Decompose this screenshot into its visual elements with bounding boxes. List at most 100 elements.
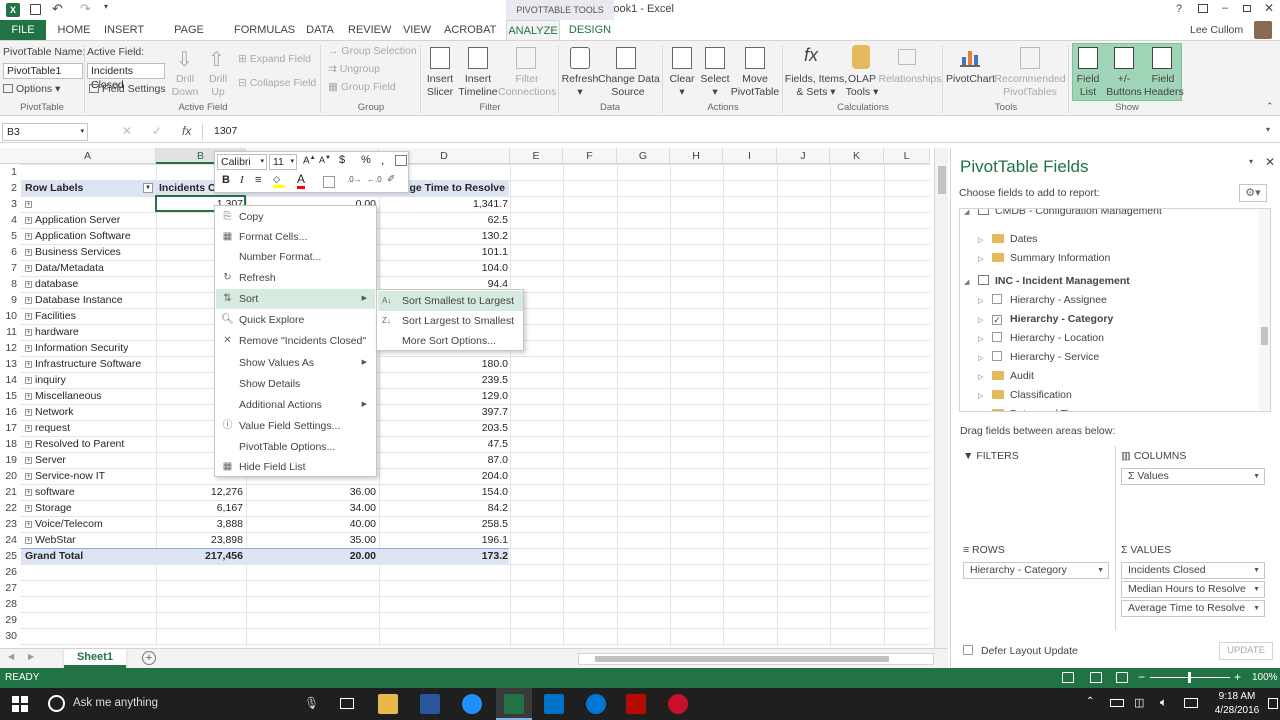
menu-item-sort[interactable]: ⇅ Sort ▶ [216, 289, 375, 309]
network-icon[interactable]: ◫ [1134, 696, 1144, 709]
action-center-icon[interactable] [1268, 698, 1278, 709]
expand-icon[interactable]: + [25, 281, 32, 288]
expand-icon[interactable]: + [25, 409, 32, 416]
row-label[interactable]: + Service-now IT [25, 468, 155, 484]
expand-icon[interactable]: + [25, 489, 32, 496]
row-header[interactable]: 5 [0, 228, 20, 244]
row-header[interactable]: 29 [0, 612, 20, 628]
expand-icon[interactable]: + [25, 425, 32, 432]
confirm-entry-icon[interactable]: ✓ [152, 124, 162, 138]
new-sheet-icon[interactable]: + [142, 651, 156, 665]
edge-icon[interactable] [586, 694, 606, 714]
column-header-g[interactable]: G [617, 148, 670, 164]
insert-slicer-button[interactable]: Insert Slicer [422, 73, 458, 99]
expand-icon[interactable]: + [25, 537, 32, 544]
row-header[interactable]: 26 [0, 564, 20, 580]
normal-view-icon[interactable] [1062, 672, 1074, 683]
pane-close-icon[interactable]: ✕ [1265, 155, 1275, 169]
avg-time-cell[interactable]: 258.5 [383, 516, 508, 532]
volume-icon[interactable]: 🔈︎ [1160, 695, 1167, 710]
row-header[interactable]: 12 [0, 340, 20, 356]
row-header[interactable]: 27 [0, 580, 20, 596]
expand-icon[interactable]: + [25, 377, 32, 384]
expand-icon[interactable]: + [25, 345, 32, 352]
menu-item-number-format[interactable]: Number Format... [216, 247, 375, 267]
expand-icon[interactable]: + [25, 233, 32, 240]
next-sheet-icon[interactable]: ▶ [28, 652, 34, 661]
menu-item-remove-field[interactable]: ✕ Remove "Incidents Closed" [216, 331, 375, 351]
windows-start-icon[interactable] [12, 696, 28, 712]
column-header-j[interactable]: J [777, 148, 830, 164]
row-label[interactable]: + Application Software [25, 228, 155, 244]
row-header[interactable]: 20 [0, 468, 20, 484]
pivotchart-button[interactable]: PivotChart [946, 73, 995, 86]
filter-connections-button[interactable]: Filter Connections [498, 73, 556, 99]
row-label[interactable]: + [25, 196, 155, 212]
collapse-field-button[interactable]: ⊟ Collapse Field [238, 77, 316, 90]
zoom-level[interactable]: 100% [1252, 672, 1278, 683]
avg-time-cell[interactable]: 129.0 [383, 388, 508, 404]
row-label[interactable]: + Network [25, 404, 155, 420]
row-label[interactable]: + Miscellaneous [25, 388, 155, 404]
row-label[interactable]: + Database Instance [25, 292, 155, 308]
field-list-button[interactable]: Field List [1072, 73, 1104, 99]
field-dates-and-times[interactable]: ▷ Dates and Times [978, 405, 1089, 411]
comma-icon[interactable]: , [381, 153, 384, 167]
expand-arrow-icon[interactable]: ◢ [964, 273, 978, 292]
expand-icon[interactable]: + [25, 201, 32, 208]
avg-time-cell[interactable]: 239.5 [383, 372, 508, 388]
clock-date[interactable]: 4/28/2016 [1208, 705, 1266, 716]
expand-icon[interactable]: + [25, 393, 32, 400]
task-view-icon[interactable] [340, 698, 354, 709]
avg-time-cell[interactable]: 180.0 [383, 356, 508, 372]
recommended-pivottables-button[interactable]: Recommended PivotTables [994, 73, 1066, 99]
decrease-decimal-icon[interactable]: ←.0 [367, 175, 382, 184]
minimize-icon[interactable]: – [1222, 2, 1228, 14]
tab-home[interactable]: HOME [56, 20, 92, 40]
submenu-item-sort-largest-to-smallest[interactable]: Z↓ Sort Largest to Smallest [378, 311, 523, 331]
field-classification[interactable]: ▷ Classification [978, 386, 1072, 405]
columns-area[interactable]: ▥ COLUMNS Σ Values ▼ [1117, 446, 1269, 534]
field-summary-information[interactable]: ▷ Summary Information [978, 249, 1110, 268]
column-header-k[interactable]: K [830, 148, 884, 164]
menu-item-additional-actions[interactable]: Additional Actions ▶ [216, 395, 375, 415]
row-header[interactable]: 15 [0, 388, 20, 404]
row-header[interactable]: 18 [0, 436, 20, 452]
page-break-view-icon[interactable] [1116, 672, 1128, 683]
close-icon[interactable]: ✕ [1264, 1, 1274, 15]
expand-icon[interactable]: + [25, 361, 32, 368]
cortana-icon[interactable] [48, 695, 65, 712]
expand-formula-bar-icon[interactable]: ▾ [1266, 125, 1270, 134]
field-checkbox[interactable]: ✓ [992, 315, 1002, 325]
row-header[interactable]: 30 [0, 628, 20, 644]
field-settings-button[interactable]: Field Settings [89, 83, 166, 96]
values-item[interactable]: Median Hours to Resolve ▼ [1121, 581, 1265, 598]
page-layout-view-icon[interactable] [1090, 672, 1102, 683]
tab-design[interactable]: DESIGN [566, 20, 614, 40]
row-label[interactable]: + Information Security [25, 340, 155, 356]
row-label[interactable]: + software [25, 484, 155, 500]
formula-input[interactable]: 1307 [214, 125, 237, 137]
row-header[interactable]: 7 [0, 260, 20, 276]
submenu-item-more-sort-options[interactable]: More Sort Options... [378, 331, 523, 351]
incidents-closed-cell[interactable]: 3,888 [160, 516, 243, 532]
row-header[interactable]: 3 [0, 196, 20, 212]
internet-explorer-icon[interactable] [462, 694, 482, 714]
expand-arrow-icon[interactable]: ▷ [978, 387, 992, 406]
change-data-source-button[interactable]: Change Data Source [598, 73, 660, 99]
avatar[interactable] [1254, 21, 1272, 39]
expand-icon[interactable]: + [25, 473, 32, 480]
row-labels-header[interactable]: Row Labels [25, 180, 150, 196]
grand-total-median[interactable]: 20.00 [250, 548, 376, 564]
row-label[interactable]: + inquiry [25, 372, 155, 388]
incidents-closed-header[interactable]: Incidents C [159, 180, 219, 196]
increase-font-icon[interactable]: A▲ [303, 155, 316, 166]
avg-time-cell[interactable]: 397.7 [383, 404, 508, 420]
ribbon-display-icon[interactable] [1198, 4, 1208, 13]
field-dates[interactable]: ▷ Dates [978, 230, 1037, 249]
grand-total-label[interactable]: Grand Total [25, 548, 150, 564]
bold-icon[interactable]: B [222, 174, 230, 186]
incidents-closed-cell[interactable]: 23,898 [160, 532, 243, 548]
field-hierarchy-assignee[interactable]: ▷ Hierarchy - Assignee [978, 291, 1107, 310]
row-header[interactable]: 23 [0, 516, 20, 532]
